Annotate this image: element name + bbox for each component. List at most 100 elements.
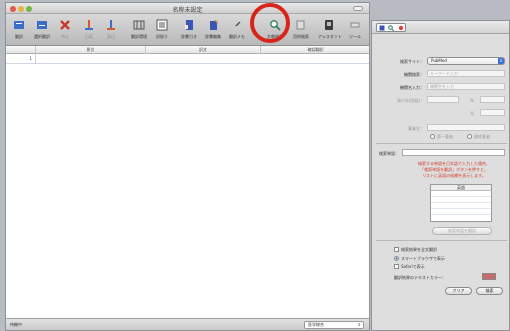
smart-browser-label: スマートブラウザで表示 — [401, 256, 445, 261]
panel-tab-bar — [372, 21, 509, 34]
status-bar: 待機中 医学総合 ⇕ — [6, 318, 369, 330]
toolbar-label: 翻訳 — [15, 34, 23, 39]
status-text: 待機中 — [10, 322, 22, 327]
row-number: 1 — [6, 54, 36, 64]
first-author-label: 第一著者 — [437, 134, 453, 139]
toolbar-stop-button[interactable]: 中止 — [54, 18, 76, 44]
column-back-translation[interactable]: 確認翻訳 — [261, 46, 369, 54]
toolbar-label: 訳振り — [156, 34, 168, 39]
search-panel: 検索サイト： PubMed ⇕ 機関検索： キーワード入力 機関名入力： 機関名… — [371, 20, 510, 331]
direction-icon — [107, 20, 115, 30]
tools-icon — [350, 22, 360, 28]
last-author-radio[interactable] — [467, 134, 472, 139]
toolbar-translate-selection-button[interactable]: 選択翻訳 — [31, 18, 53, 44]
toolbar-ja-en-button[interactable]: 日英 — [78, 18, 100, 44]
toolbar-tools-button[interactable]: ツール — [344, 18, 366, 44]
row-number-header — [6, 46, 36, 54]
search-site-label: 検索サイト： — [400, 59, 424, 64]
panel-tab-group — [376, 23, 406, 32]
title-bar: 名称未設定 — [6, 3, 369, 14]
year-to-input[interactable] — [480, 96, 505, 103]
org-search-select[interactable]: キーワード入力 — [427, 70, 505, 77]
toolbar-environment-button[interactable]: 翻訳環境 — [128, 18, 150, 44]
document-icon[interactable] — [379, 25, 385, 31]
search-button[interactable]: 検索 — [476, 287, 503, 295]
toolbar-label: アシスタント — [318, 34, 342, 39]
assistant-icon — [325, 20, 333, 30]
dictionary-edit-icon — [210, 19, 219, 30]
toolbar-label: ツール — [349, 34, 361, 39]
full-translate-checkbox[interactable] — [394, 247, 399, 252]
toolbar-label: 翻訳メモ — [229, 34, 245, 39]
translate-selection-icon — [37, 21, 47, 29]
chevron-updown-icon: ⇕ — [357, 322, 361, 327]
field-select-value: 医学総合 — [308, 322, 324, 327]
search-hint: 検索する単語を日本語で入力した場合、 「検索単語を翻訳」ボタンを押すと、 リスト… — [402, 161, 506, 179]
search-site-value: PubMed — [431, 58, 447, 63]
toolbar-assistant-button[interactable]: アシスタント — [318, 18, 342, 44]
translate-icon — [14, 21, 24, 29]
divider — [376, 240, 507, 241]
toolbar-translate-button[interactable]: 翻訳 — [8, 18, 30, 44]
toolbar-label: 辞書編集 — [205, 34, 221, 39]
volume-input[interactable] — [480, 109, 505, 116]
text-color-label: 翻訳結果のテキストカラー： — [394, 275, 446, 280]
window-title: 名称未設定 — [172, 7, 203, 14]
table-row[interactable]: 1 — [6, 54, 369, 64]
search-term-input[interactable] — [402, 149, 505, 156]
toolbar-label: 辞書引き — [181, 34, 197, 39]
last-author-label: 最終著者 — [474, 134, 490, 139]
first-author-radio[interactable] — [430, 134, 435, 139]
toolbar-label: 日英 — [85, 34, 93, 39]
divider — [376, 143, 507, 144]
toolbar-en-ja-button[interactable]: 英日 — [100, 18, 122, 44]
toolbar-dictionary-edit-button[interactable]: 辞書編集 — [202, 18, 224, 44]
toolbar-label: 用例検索 — [293, 34, 309, 39]
org-name-input[interactable]: 機関名を入力 — [427, 83, 505, 90]
toolbar-dictionary-lookup-button[interactable]: 辞書引き — [178, 18, 200, 44]
text-color-swatch[interactable] — [482, 273, 496, 280]
environment-icon — [133, 20, 145, 30]
example-search-icon — [296, 20, 305, 30]
search-term-label: 検索単語： — [379, 151, 399, 156]
author-input[interactable] — [427, 124, 505, 131]
panel-body: 検索サイト： PubMed ⇕ 機関検索： キーワード入力 機関名入力： 機関名… — [372, 34, 509, 330]
year-label: 発行年(西暦)： — [396, 98, 424, 103]
column-source[interactable]: 原文 — [36, 46, 146, 54]
stop-icon — [60, 20, 70, 30]
chevron-updown-icon: ⇕ — [498, 58, 504, 64]
full-translate-label: 検索結果を全文翻訳 — [401, 247, 437, 252]
volume-suffix: 号 — [470, 111, 474, 116]
field-select[interactable]: 医学総合 ⇕ — [304, 321, 364, 329]
smart-browser-radio[interactable] — [394, 256, 399, 261]
author-label: 著者名： — [408, 126, 424, 131]
toolbar-memo-button[interactable]: 翻訳メモ — [226, 18, 248, 44]
highlight-circle — [250, 3, 290, 43]
memo-icon — [232, 21, 241, 30]
clear-button[interactable]: クリア — [445, 287, 472, 295]
toolbar-label: 中止 — [61, 34, 69, 39]
safari-checkbox[interactable] — [394, 264, 399, 269]
candidate-list[interactable]: 英語 — [430, 184, 492, 222]
search-site-select[interactable]: PubMed ⇕ — [427, 57, 505, 65]
dictionary-icon — [185, 20, 193, 30]
toolbar-interlinear-button[interactable]: 訳振り — [151, 18, 173, 44]
toolbar-label: 英日 — [107, 34, 115, 39]
toolbar-toggle-button[interactable] — [353, 6, 363, 11]
year-from-input[interactable] — [427, 96, 459, 103]
settings-icon[interactable] — [398, 25, 404, 31]
search-icon[interactable] — [388, 25, 394, 31]
toolbar-example-search-button[interactable]: 用例検索 — [290, 18, 312, 44]
toolbar-label: 翻訳環境 — [131, 34, 147, 39]
toolbar-label: 選択翻訳 — [34, 34, 50, 39]
interlinear-icon — [156, 19, 168, 31]
column-header: 原文 訳文 確認翻訳 — [6, 46, 369, 54]
translate-term-button[interactable]: 検索単語を翻訳 — [432, 227, 492, 235]
toolbar: 翻訳 選択翻訳 中止 日英 英日 翻訳環境 訳振り 辞書引き 辞書編集 翻訳メモ… — [6, 14, 369, 46]
column-translation[interactable]: 訳文 — [146, 46, 261, 54]
document-area[interactable] — [6, 64, 369, 320]
search-hint-line: リストに英語の候補を表示します。 — [422, 173, 486, 178]
safari-label: Safariで表示 — [401, 264, 425, 269]
list-item[interactable] — [431, 209, 491, 215]
direction-icon — [85, 20, 93, 30]
